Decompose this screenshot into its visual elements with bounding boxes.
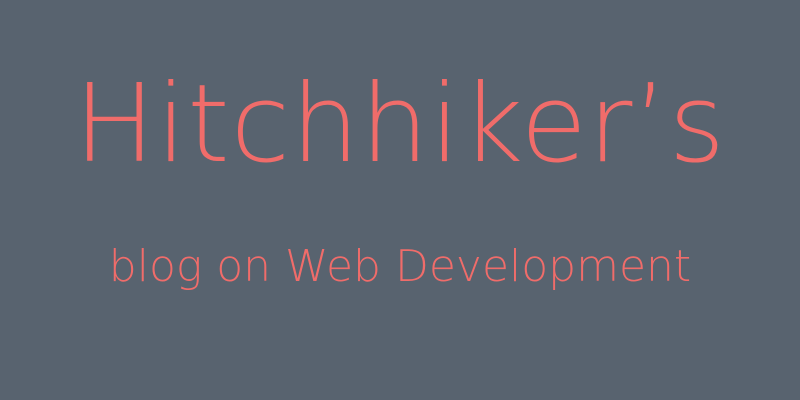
- blog-title: Hitchhiker’s: [74, 62, 726, 187]
- blog-banner: Hitchhiker’s blog on Web Development: [0, 0, 800, 400]
- blog-subtitle: blog on Web Development: [108, 241, 692, 292]
